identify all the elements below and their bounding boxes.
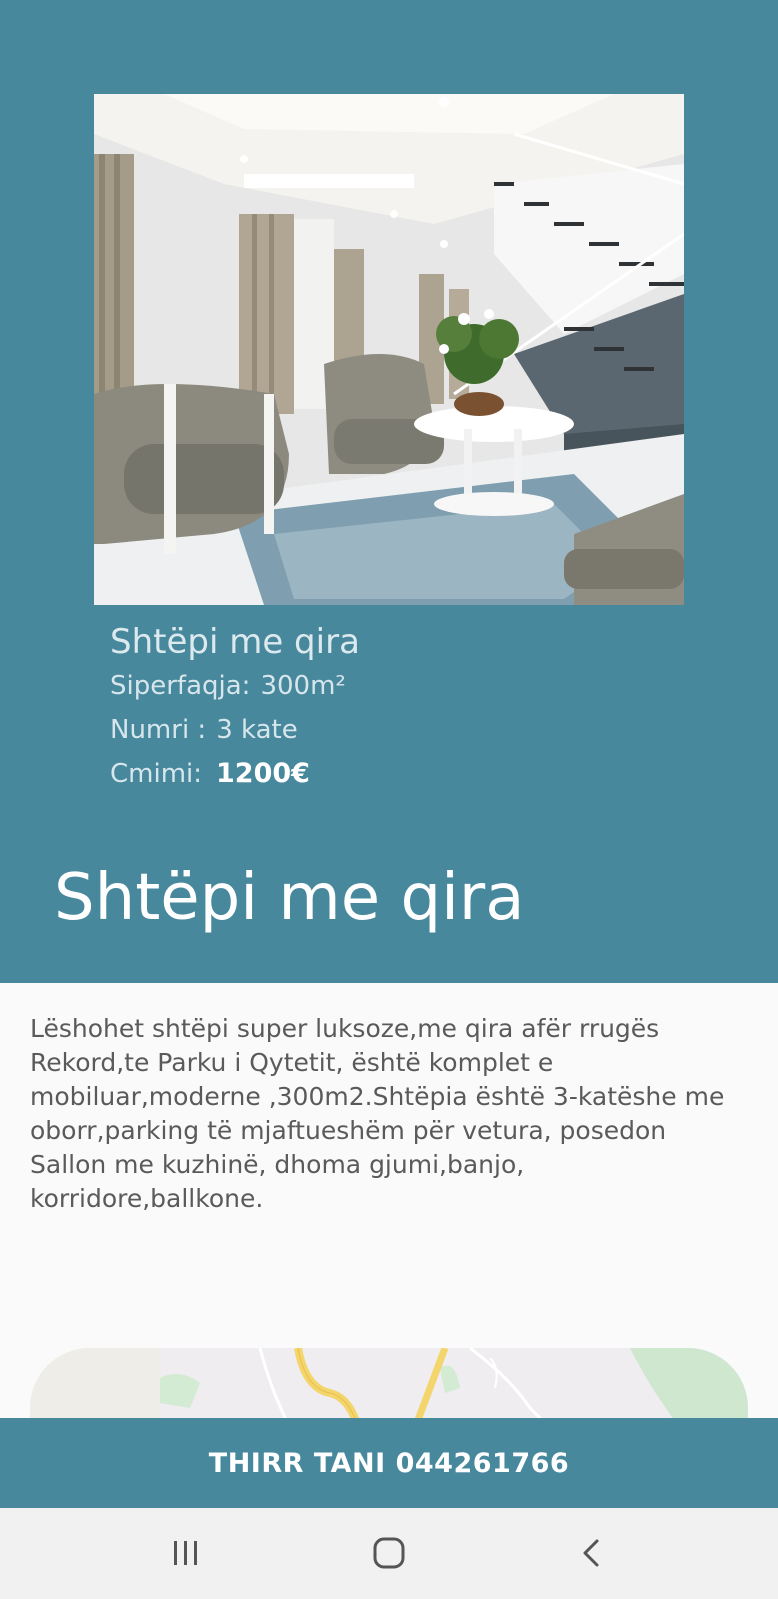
call-now-button[interactable]: THIRR TANI 044261766 (0, 1418, 778, 1508)
floors-value: 3 kate (216, 715, 298, 745)
location-map[interactable] (30, 1348, 748, 1428)
floors-label: Numri : (110, 715, 207, 745)
recents-icon[interactable] (156, 1530, 216, 1576)
living-room-photo (94, 94, 684, 605)
price-row: Cmimi: 1200€ (110, 752, 360, 796)
area-value: 300m² (260, 671, 346, 701)
area-row: Siperfaqja: 300m² (110, 664, 360, 708)
area-label: Siperfaqja: (110, 671, 251, 701)
floors-row: Numri : 3 kate (110, 708, 360, 752)
system-navigation-bar (0, 1508, 778, 1599)
listing-title: Shtëpi me qira (110, 622, 360, 662)
back-icon[interactable] (561, 1530, 621, 1576)
page-title: Shtëpi me qira (54, 861, 525, 935)
listing-header: Shtëpi me qira Siperfaqja: 300m² Numri : 3… (0, 0, 778, 983)
home-icon[interactable] (359, 1530, 419, 1576)
price-label: Cmimi: (110, 759, 203, 789)
listing-description: Lëshohet shtëpi super luksoze,me qira af… (30, 1014, 725, 1213)
price-value: 1200€ (216, 758, 310, 789)
listing-summary: Shtëpi me qira Siperfaqja: 300m² Numri : 3… (110, 620, 360, 796)
